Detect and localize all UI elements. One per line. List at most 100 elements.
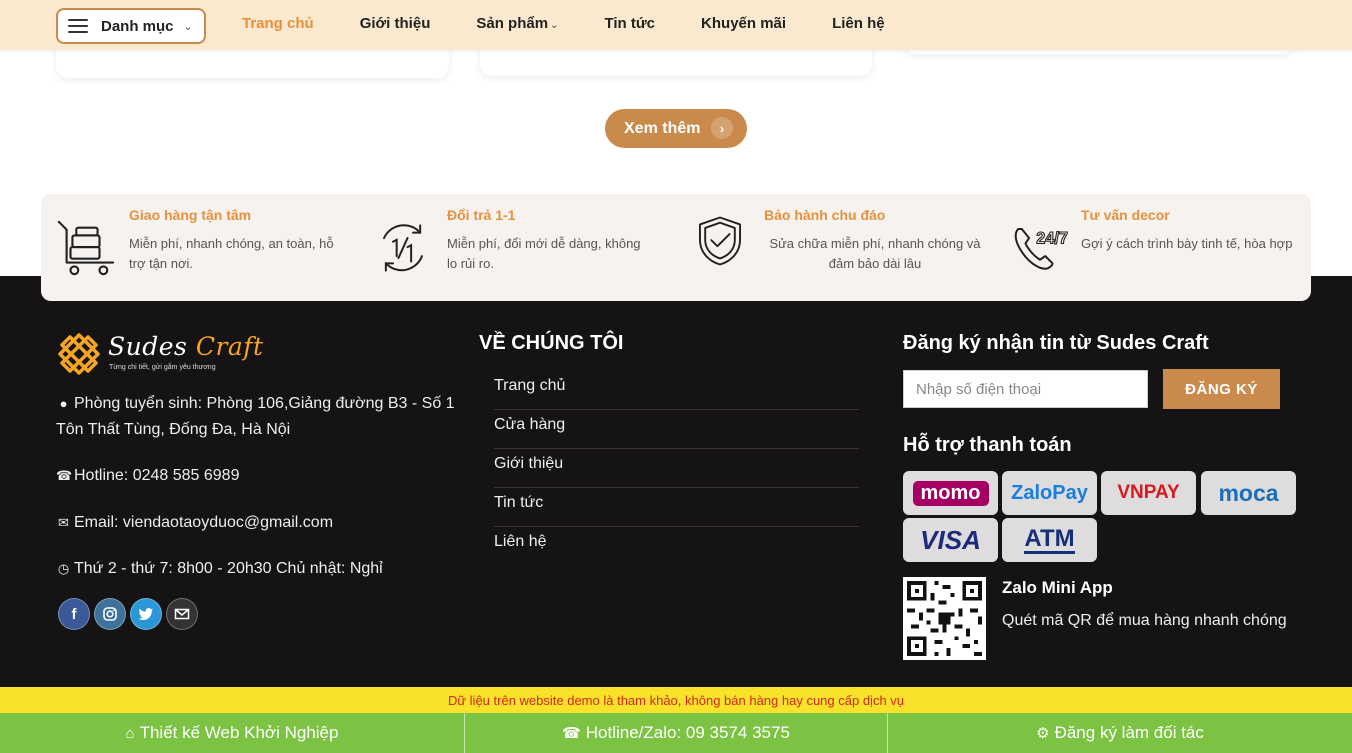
- feature-desc: Sửa chữa miễn phí, nhanh chóng và đảm bả…: [769, 236, 981, 271]
- address-text: Phòng tuyển sinh: Phòng 106,Giảng đường …: [56, 395, 455, 438]
- chevron-down-icon: ⌄: [183, 20, 193, 33]
- category-menu-button[interactable]: Danh mục ⌄: [56, 8, 206, 44]
- main-nav: Trang chủ Giới thiệu Sản phẩm ⌄ Tin tức K…: [242, 15, 931, 32]
- envelope-glyph: [174, 608, 190, 620]
- about-links: Trang chủ Cửa hàng Giới thiệu Tin tức Li…: [494, 371, 859, 566]
- payment-label: moca: [1218, 479, 1279, 506]
- footer-link-about[interactable]: Giới thiệu: [494, 449, 859, 488]
- phone-input[interactable]: [903, 370, 1148, 408]
- payment-moca: moca: [1201, 471, 1296, 515]
- footer-email[interactable]: ✉ Email: viendaotaoyduoc@gmail.com: [56, 510, 456, 536]
- email-icon[interactable]: [166, 598, 198, 630]
- features-strip: Giao hàng tận tâm Miễn phí, nhanh chóng,…: [41, 194, 1311, 301]
- payment-visa: VISA: [903, 518, 998, 562]
- payment-vnpay: VNPAY: [1101, 471, 1196, 515]
- svg-text:24/7: 24/7: [1036, 229, 1068, 247]
- twitter-icon[interactable]: [130, 598, 162, 630]
- exchange-icon: [383, 224, 423, 272]
- nav-item-promotions[interactable]: Khuyến mãi: [701, 15, 786, 32]
- nav-item-products[interactable]: Sản phẩm ⌄: [476, 15, 558, 32]
- hotline-text: Hotline: 0248 585 6989: [74, 467, 240, 484]
- subscribe-button[interactable]: ĐĂNG KÝ: [1163, 369, 1280, 409]
- footer-link-home[interactable]: Trang chủ: [494, 371, 859, 410]
- payment-label: VNPAY: [1117, 482, 1180, 503]
- hours-text: Thứ 2 - thứ 7: 8h00 - 20h30 Chủ nhật: Ng…: [74, 560, 383, 577]
- payment-zalopay: ZaloPay: [1002, 471, 1097, 515]
- feature-title: Bảo hành chu đáo: [764, 207, 886, 223]
- zalo-qr-code: [903, 577, 986, 660]
- see-more-button[interactable]: Xem thêm ›: [605, 109, 747, 148]
- shield-check-icon: [699, 216, 741, 266]
- feature-title: Giao hàng tận tâm: [129, 207, 252, 223]
- category-menu-label: Danh mục: [101, 17, 174, 35]
- feature-title: Đổi trả 1-1: [447, 207, 516, 223]
- feature-desc: Miễn phí, đổi mới dễ dàng, không lo rủi …: [447, 236, 641, 271]
- nav-item-news[interactable]: Tin tức: [604, 15, 655, 32]
- bottom-bar-partner[interactable]: ⚙ Đăng ký làm đối tác: [888, 713, 1352, 753]
- zalo-app-title: Zalo Mini App: [1002, 578, 1113, 597]
- demo-notice: Dữ liệu trên website demo là tham khảo, …: [0, 687, 1352, 713]
- chevron-down-icon: ⌄: [550, 20, 559, 31]
- footer-link-shop[interactable]: Cửa hàng: [494, 410, 859, 449]
- instagram-icon[interactable]: [94, 598, 126, 630]
- phone-icon: ☎: [56, 468, 73, 483]
- logo-name-accent: Craft: [195, 332, 264, 361]
- payment-label: ZaloPay: [1011, 481, 1088, 504]
- map-marker-icon: ●: [59, 396, 68, 411]
- feature-desc: Miễn phí, nhanh chóng, an toàn, hỗ trợ t…: [129, 236, 334, 271]
- feature-exchange: Đổi trả 1-1 Miễn phí, đổi mới dễ dàng, k…: [359, 194, 677, 301]
- payment-label: ATM: [1024, 524, 1075, 554]
- see-more-label: Xem thêm: [624, 119, 701, 137]
- logo-name-part: Sudes: [108, 332, 196, 361]
- footer-address: ● Phòng tuyển sinh: Phòng 106,Giảng đường…: [56, 391, 456, 443]
- bottom-bar-label: Đăng ký làm đối tác: [1054, 723, 1204, 742]
- home-icon: ⌂: [125, 724, 135, 742]
- logo-tagline: Từng chi tiết, gửi gắm yêu thương: [109, 364, 216, 371]
- feature-title: Tư vấn decor: [1081, 207, 1170, 223]
- footer-hotline[interactable]: ☎ Hotline: 0248 585 6989: [56, 463, 456, 489]
- footer-hours: ◷ Thứ 2 - thứ 7: 8h00 - 20h30 Chủ nhật: N…: [56, 556, 456, 582]
- payment-momo: momo: [903, 471, 998, 515]
- nav-item-contact[interactable]: Liên hệ: [832, 15, 885, 32]
- feature-desc: Gợi ý cách trình bày tinh tế, hòa hợp: [1081, 236, 1293, 251]
- zalo-app-desc: Quét mã QR để mua hàng nhanh chóng: [1002, 612, 1287, 629]
- footer-link-news[interactable]: Tin tức: [494, 488, 859, 527]
- nav-item-about[interactable]: Giới thiệu: [360, 15, 431, 32]
- payment-label: VISA: [920, 524, 981, 555]
- email-text: Email: viendaotaoyduoc@gmail.com: [74, 514, 334, 531]
- footer-logo[interactable]: Sudes Craft Từng chi tiết, gửi gắm yêu t…: [56, 330, 263, 376]
- bottom-bar-web-design[interactable]: ⌂ Thiết kế Web Khởi Nghiệp: [0, 713, 465, 753]
- nav-item-products-label: Sản phẩm: [476, 15, 549, 32]
- support-24-7-icon: 24/7: [1014, 228, 1068, 270]
- envelope-icon: ✉: [58, 515, 69, 530]
- payment-label: momo: [920, 481, 981, 504]
- feature-delivery: Giao hàng tận tâm Miễn phí, nhanh chóng,…: [41, 194, 359, 301]
- nav-item-home[interactable]: Trang chủ: [242, 15, 314, 32]
- bottom-bar-label: Hotline/Zalo: 09 3574 3575: [585, 723, 790, 742]
- phone-icon: ☎: [562, 725, 581, 742]
- gear-icon: ⚙: [1036, 725, 1050, 742]
- logo-name: Sudes Craft: [108, 332, 264, 361]
- bottom-bar-hotline[interactable]: ☎ Hotline/Zalo: 09 3574 3575: [465, 713, 888, 753]
- about-title: VỀ CHÚNG TÔI: [479, 332, 624, 354]
- hamburger-icon: [68, 19, 88, 33]
- site-header: Danh mục ⌄ Trang chủ Giới thiệu Sản phẩm…: [0, 0, 1352, 50]
- feature-decor: 24/7 Tư vấn decor Gợi ý cách trình bày t…: [995, 194, 1311, 301]
- payment-atm: ATM: [1002, 518, 1097, 562]
- cart-icon: [57, 220, 115, 276]
- bottom-bar: ⌂ Thiết kế Web Khởi Nghiệp ☎ Hotline/Zal…: [0, 713, 1352, 753]
- knot-logo-icon: [58, 333, 100, 375]
- footer-link-contact[interactable]: Liên hệ: [494, 527, 859, 566]
- twitter-glyph: [138, 608, 153, 620]
- bottom-bar-label: Thiết kế Web Khởi Nghiệp: [139, 723, 339, 742]
- qr-code-image: [903, 577, 986, 660]
- facebook-icon[interactable]: f: [58, 598, 90, 630]
- feature-warranty: Bảo hành chu đáo Sửa chữa miễn phí, nhan…: [677, 194, 995, 301]
- social-links: f: [58, 598, 202, 630]
- clock-icon: ◷: [57, 561, 70, 576]
- instagram-glyph: [103, 607, 117, 621]
- momo-logo: momo: [912, 480, 989, 506]
- chevron-right-icon: ›: [711, 117, 733, 139]
- newsletter-title: Đăng ký nhận tin từ Sudes Craft: [903, 332, 1209, 354]
- payment-title: Hỗ trợ thanh toán: [903, 434, 1072, 456]
